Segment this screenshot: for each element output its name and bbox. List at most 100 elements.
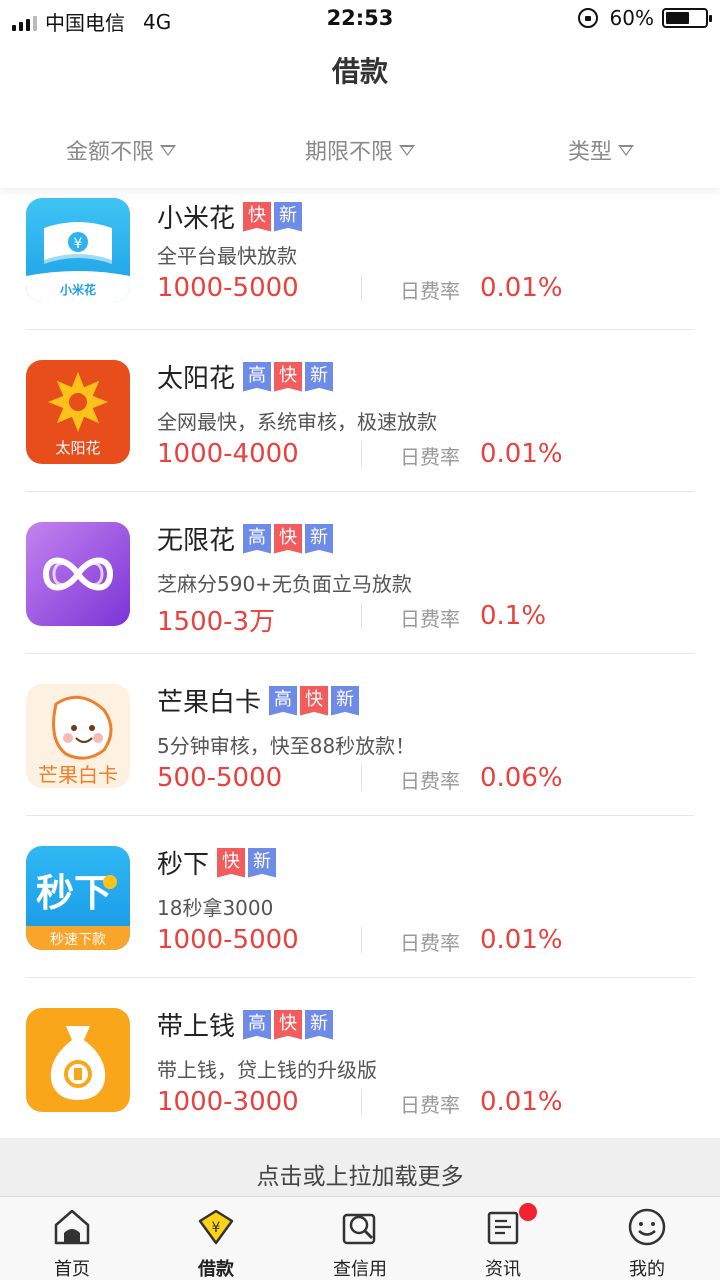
tag-high: 高 [243, 523, 272, 554]
tag-fast: 快 [217, 847, 246, 878]
rate-label: 日费率 [400, 607, 460, 631]
news-badge [519, 1203, 537, 1221]
product-rate: 0.06% [480, 763, 563, 793]
tag-new: 新 [305, 523, 334, 554]
tag-new: 新 [305, 361, 334, 392]
filter-amount-label: 金额不限 [66, 140, 155, 165]
credit-search-icon [342, 1213, 376, 1245]
tag-fast: 快 [300, 685, 329, 716]
list-item[interactable]: ¥ 小米花 小米花 快 新 全平台最快放款 1000-5000 日费率 0.01… [26, 188, 694, 330]
product-desc: 芝麻分590+无负面立马放款 [157, 572, 412, 596]
home-icon [54, 1209, 90, 1245]
product-rate: 0.01% [480, 1087, 563, 1117]
svg-text:秒速下款: 秒速下款 [50, 932, 106, 948]
svg-text:¥: ¥ [212, 1220, 221, 1236]
sun-flower-icon: 太阳花 [48, 372, 108, 457]
product-name: 小米花 [157, 204, 236, 234]
product-amount: 500-5000 [157, 763, 283, 793]
product-amount: 1500-3万 [157, 607, 276, 637]
tag-high: 高 [243, 361, 272, 392]
tag-new: 新 [331, 685, 360, 716]
coin-icon: 秒下 秒速下款 [26, 871, 130, 950]
divider [361, 275, 362, 301]
tag-new: 新 [274, 201, 303, 232]
battery-icon [662, 8, 712, 28]
product-name: 带上钱 [157, 1012, 236, 1042]
money-bag-icon [50, 1026, 106, 1100]
list-item[interactable]: 芒果白卡 芒果白卡 高 快 新 5分钟审核，快至88秒放款！ 500-5000 … [26, 654, 694, 816]
tag-fast: 快 [274, 1009, 303, 1040]
divider [361, 765, 362, 791]
load-more-button[interactable]: 点击或上拉加载更多 [0, 1138, 720, 1196]
divider [361, 927, 362, 953]
list-item[interactable]: 秒下 秒速下款 秒下 快 新 18秒拿3000 1000-5000 日费率 0.… [26, 816, 694, 978]
status-bar: 中国电信 4G 22:53 60% [0, 0, 720, 38]
product-name-row: 无限花 高 快 新 [157, 520, 336, 557]
list-item[interactable]: 带上钱 高 快 新 带上钱，贷上钱的升级版 1000-3000 日费率 0.01… [26, 978, 694, 1140]
filter-term[interactable]: 期限不限 [305, 134, 416, 166]
tag-fast: 快 [274, 523, 303, 554]
rate-label: 日费率 [400, 445, 460, 469]
svg-text:小米花: 小米花 [60, 282, 96, 297]
tab-credit[interactable]: 查信用 [300, 1197, 420, 1280]
product-desc: 全平台最快放款 [157, 244, 297, 268]
product-amount: 1000-3000 [157, 1087, 299, 1117]
status-right: 60% [577, 6, 712, 30]
list-item[interactable]: 太阳花 太阳花 高 快 新 全网最快，系统审核，极速放款 1000-4000 日… [26, 330, 694, 492]
filter-type-label: 类型 [568, 140, 613, 165]
tab-home-label: 首页 [54, 1259, 90, 1280]
tab-news[interactable]: 资讯 [443, 1197, 563, 1280]
tab-news-label: 资讯 [485, 1259, 521, 1280]
tab-credit-label: 查信用 [333, 1259, 387, 1280]
product-name: 无限花 [157, 526, 236, 556]
tab-loan-label: 借款 [198, 1259, 234, 1280]
mango-face-icon: 芒果白卡 [38, 695, 118, 787]
tag-high: 高 [269, 685, 298, 716]
rate-label: 日费率 [400, 279, 460, 303]
filter-bar: 金额不限 期限不限 类型 [0, 112, 720, 188]
filter-amount[interactable]: 金额不限 [66, 134, 177, 166]
battery-percent: 60% [609, 6, 654, 30]
product-name: 芒果白卡 [157, 688, 262, 718]
divider [361, 1089, 362, 1115]
product-amount: 1000-5000 [157, 925, 299, 955]
tab-mine[interactable]: 我的 [587, 1197, 707, 1280]
tab-loan[interactable]: ¥ 借款 [156, 1197, 276, 1280]
product-name-row: 小米花 快 新 [157, 198, 305, 235]
svg-text:芒果白卡: 芒果白卡 [38, 763, 118, 787]
product-rate: 0.01% [480, 925, 563, 955]
product-name: 秒下 [157, 850, 210, 880]
tag-fast: 快 [274, 361, 303, 392]
filter-term-label: 期限不限 [305, 140, 394, 165]
divider [361, 441, 362, 467]
product-desc: 全网最快，系统审核，极速放款 [157, 410, 437, 434]
miaoxia-logo: 秒下 秒速下款 [26, 846, 130, 950]
news-icon [487, 1211, 519, 1245]
product-name-row: 秒下 快 新 [157, 844, 279, 881]
list-item[interactable]: 无限花 高 快 新 芝麻分590+无负面立马放款 1500-3万 日费率 0.1… [26, 492, 694, 654]
product-desc: 5分钟审核，快至88秒放款！ [157, 734, 416, 758]
filter-type[interactable]: 类型 [568, 134, 635, 166]
product-name-row: 芒果白卡 高 快 新 [157, 682, 362, 719]
yen-tag-icon: ¥ [198, 1209, 234, 1245]
product-name-row: 带上钱 高 快 新 [157, 1006, 336, 1043]
smile-profile-icon [628, 1208, 666, 1246]
page-title: 借款 [331, 55, 388, 88]
divider [361, 603, 362, 629]
mangguobaika-logo: 芒果白卡 [26, 684, 130, 788]
tab-mine-label: 我的 [629, 1259, 665, 1280]
product-rate: 0.01% [480, 439, 563, 469]
svg-text:秒下: 秒下 [36, 871, 112, 915]
tag-new: 新 [248, 847, 277, 878]
infinity-icon [42, 557, 114, 591]
product-rate: 0.01% [480, 273, 563, 303]
tab-bar: 首页 ¥ 借款 查信用 资讯 我的 [0, 1196, 720, 1280]
dropdown-triangle-icon [399, 144, 416, 156]
product-amount: 1000-4000 [157, 439, 299, 469]
taiyanghua-logo: 太阳花 [26, 360, 130, 464]
tag-new: 新 [305, 1009, 334, 1040]
tab-home[interactable]: 首页 [12, 1197, 132, 1280]
product-desc: 18秒拿3000 [157, 896, 274, 920]
tag-high: 高 [243, 1009, 272, 1040]
rate-label: 日费率 [400, 1093, 460, 1117]
